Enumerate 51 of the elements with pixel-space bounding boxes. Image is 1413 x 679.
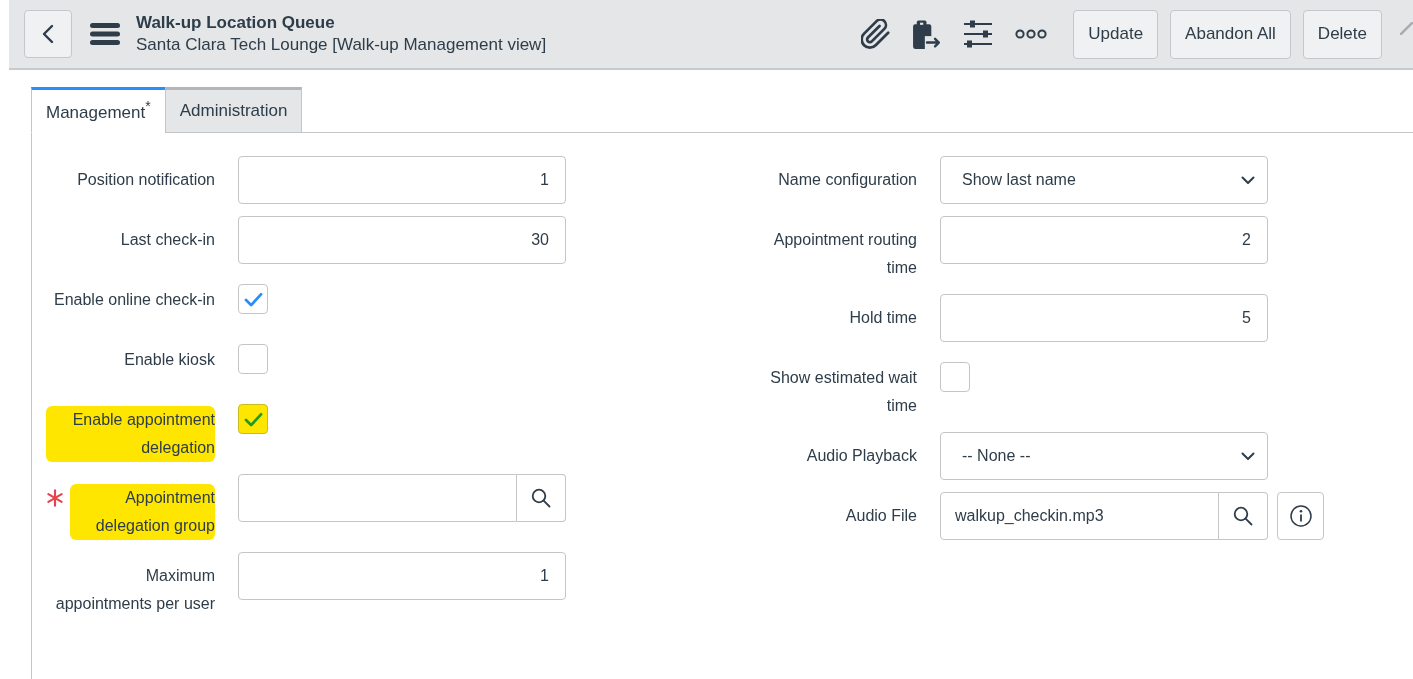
chevron-left-icon: [42, 24, 54, 44]
field-label: Hold time: [849, 308, 917, 328]
checkmark-icon: [243, 291, 263, 307]
number-field[interactable]: 30: [238, 216, 566, 264]
text-field[interactable]: walkup_checkin.mp3: [940, 492, 1219, 540]
tab[interactable]: Management$^{*}$: [31, 87, 165, 133]
diagonal-stroke-icon: [1400, 21, 1413, 35]
field-label: Enable online check-in: [54, 290, 215, 310]
menu-icon[interactable]: [90, 23, 120, 45]
checkmark-icon: [243, 411, 263, 427]
chevron-down-icon: [1241, 175, 1255, 185]
field-label: Name configuration: [778, 170, 917, 190]
field-label: Appointment delegation group: [70, 484, 215, 540]
dropdown[interactable]: Show last name: [940, 156, 1268, 204]
text-field[interactable]: [238, 474, 517, 522]
more-options-icon[interactable]: [1015, 29, 1048, 39]
field-label: Enable appointment delegation: [46, 406, 215, 462]
back-button[interactable]: [24, 10, 72, 58]
header-button[interactable]: Abandon All: [1170, 9, 1291, 59]
search-icon: [531, 488, 551, 508]
info-icon: [1289, 505, 1312, 527]
field-label: Position notification: [77, 170, 215, 190]
sliders-icon[interactable]: [963, 19, 994, 49]
number-field[interactable]: 1: [238, 156, 566, 204]
field-label: Show estimated wait time: [769, 368, 917, 416]
search-icon: [1233, 506, 1253, 526]
header-button[interactable]: Update: [1073, 9, 1159, 59]
field-label: Audio File: [845, 506, 917, 526]
checkbox[interactable]: [238, 404, 268, 434]
checkbox[interactable]: [238, 344, 268, 374]
field-label: Maximum appointments per user: [54, 566, 215, 614]
info-button[interactable]: [1277, 492, 1324, 540]
tab[interactable]: Administration: [164, 87, 303, 133]
number-field[interactable]: 1: [238, 552, 566, 600]
field-label: Last check-in: [120, 230, 215, 250]
field-label: Enable kiosk: [124, 350, 215, 370]
number-field[interactable]: 5: [940, 294, 1268, 342]
field-label: Audio Playback: [806, 446, 917, 466]
header-button[interactable]: Delete: [1302, 9, 1382, 59]
page-title: Walk-up Location Queue: [136, 12, 336, 34]
number-field[interactable]: 2: [940, 216, 1268, 264]
checkbox[interactable]: [238, 284, 268, 314]
search-button[interactable]: [1219, 492, 1268, 540]
field-label: Appointment routing time: [772, 230, 917, 278]
paperclip-icon[interactable]: [861, 19, 892, 49]
chevron-down-icon: [1241, 451, 1255, 461]
dropdown[interactable]: -- None --: [940, 432, 1268, 480]
page-subtitle: Santa Clara Tech Lounge [Walk-up Management view]: [136, 34, 547, 56]
checkbox[interactable]: [940, 362, 970, 392]
search-button[interactable]: [517, 474, 566, 522]
clipboard-icon[interactable]: [913, 19, 942, 49]
